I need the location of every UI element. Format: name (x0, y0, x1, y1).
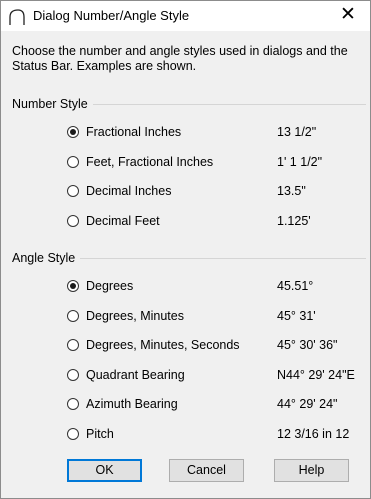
radio-indicator[interactable] (67, 339, 79, 351)
title-bar: Dialog Number/Angle Style ✕ (1, 1, 370, 31)
example-value: 13.5" (277, 184, 306, 198)
radio-indicator[interactable] (67, 156, 79, 168)
option-label: Decimal Feet (86, 214, 160, 228)
option-label: Pitch (86, 427, 114, 441)
example-value: 1.125' (277, 214, 311, 228)
intro-text: Choose the number and angle styles used … (12, 44, 348, 73)
example-value: 1' 1 1/2" (277, 155, 323, 169)
arch-app-icon (7, 7, 27, 27)
help-button[interactable]: Help (274, 459, 349, 482)
radio-quadrant-bearing[interactable]: Quadrant Bearing (67, 365, 185, 385)
radio-indicator[interactable] (67, 215, 79, 227)
radio-indicator[interactable] (67, 280, 79, 292)
option-label: Quadrant Bearing (86, 368, 185, 382)
radio-pitch[interactable]: Pitch (67, 424, 114, 444)
close-icon[interactable]: ✕ (338, 4, 358, 26)
option-label: Azimuth Bearing (86, 397, 178, 411)
ok-button[interactable]: OK (67, 459, 142, 482)
radio-indicator[interactable] (67, 185, 79, 197)
example-value: 44° 29' 24" (277, 397, 338, 411)
example-value: N44° 29' 24"E (277, 368, 355, 382)
radio-indicator[interactable] (67, 369, 79, 381)
radio-indicator[interactable] (67, 428, 79, 440)
example-value: 13 1/2" (277, 125, 317, 139)
number-style-group: Number Style (12, 97, 366, 113)
option-label: Feet, Fractional Inches (86, 155, 214, 169)
radio-fractional-inches[interactable]: Fractional Inches (67, 122, 181, 142)
number-angle-style-dialog: Dialog Number/Angle Style ✕ Choose the n… (0, 0, 371, 499)
radio-degrees-minutes-seconds[interactable]: Degrees, Minutes, Seconds (67, 335, 240, 355)
option-label: Degrees (86, 279, 134, 293)
cancel-button[interactable]: Cancel (169, 459, 244, 482)
angle-style-group: Angle Style (12, 251, 366, 267)
angle-style-label: Angle Style (12, 251, 81, 265)
example-value: 12 3/16 in 12 (277, 427, 350, 441)
example-value: 45° 31' (277, 309, 316, 323)
radio-degrees-minutes[interactable]: Degrees, Minutes (67, 306, 184, 326)
window-title: Dialog Number/Angle Style (33, 8, 190, 23)
radio-indicator[interactable] (67, 310, 79, 322)
radio-azimuth-bearing[interactable]: Azimuth Bearing (67, 394, 178, 414)
number-style-label: Number Style (12, 97, 93, 111)
radio-degrees[interactable]: Degrees (67, 276, 133, 296)
example-value: 45° 30' 36" (277, 338, 338, 352)
option-label: Degrees, Minutes (86, 309, 184, 323)
radio-indicator[interactable] (67, 398, 79, 410)
radio-indicator[interactable] (67, 126, 79, 138)
radio-feet-fractional-inches[interactable]: Feet, Fractional Inches (67, 152, 213, 172)
option-label: Fractional Inches (86, 125, 182, 139)
radio-decimal-inches[interactable]: Decimal Inches (67, 181, 171, 201)
option-label: Degrees, Minutes, Seconds (86, 338, 240, 352)
example-value: 45.51° (277, 279, 314, 293)
radio-decimal-feet[interactable]: Decimal Feet (67, 211, 160, 231)
option-label: Decimal Inches (86, 184, 172, 198)
